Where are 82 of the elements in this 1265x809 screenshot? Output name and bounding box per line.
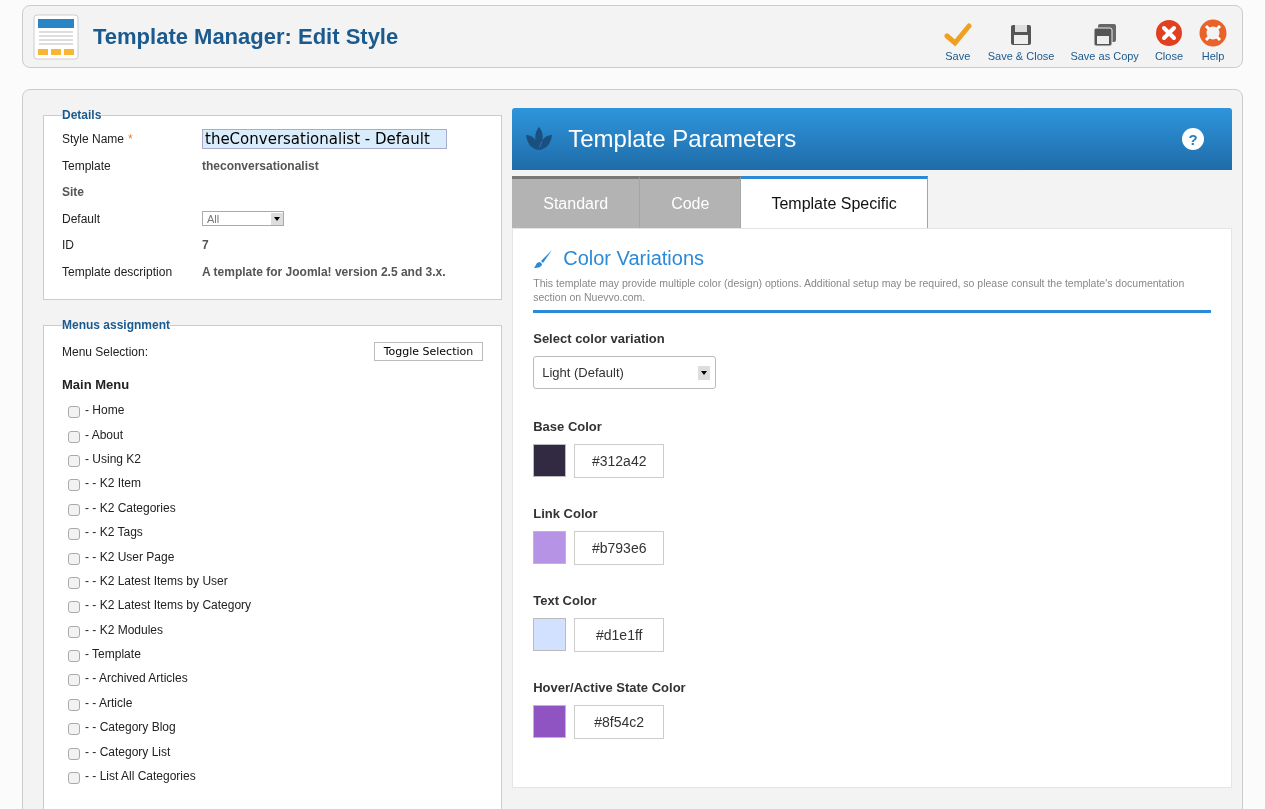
field-label: Link Color [533,506,599,522]
color-variation-select[interactable]: Light (Default) [533,356,717,390]
field-value: A template for Joomla! version 2.5 and 3.x. [202,264,446,279]
field-label: Base Color [533,419,603,435]
field-value: 7 [202,238,209,253]
menu-item-label: - - Category Blog [85,720,176,735]
checkbox[interactable] [68,650,80,663]
floppy-disks-icon [1091,22,1118,47]
field-label: Template description [62,264,174,279]
menu-item-label: - - K2 Modules [85,622,164,637]
menu-item-label: - - K2 Item [85,476,141,491]
toggle-selection-button[interactable]: Toggle Selection [373,342,484,361]
tab[interactable]: Template Specific [741,176,928,228]
checkbox[interactable] [68,698,80,711]
checkbox[interactable] [68,430,80,443]
menu-item-label: - - Article [85,695,133,710]
close-icon [1154,18,1183,47]
menu-item-label: - Template [85,647,141,662]
color-swatch[interactable] [533,444,567,478]
checkbox[interactable] [68,406,80,419]
checkbox[interactable] [68,747,80,760]
field-label: Menu Selection: [62,344,149,359]
menu-item-label: - Using K2 [85,451,142,466]
menu-item-label: - About [85,427,124,442]
caret-icon [698,365,711,380]
field-label: Default [62,211,102,226]
menu-item-label: - Home [85,403,125,418]
color-swatch[interactable] [533,531,567,565]
color-input[interactable]: #b793e6 [574,531,665,566]
checkbox[interactable] [68,479,80,492]
color-swatch[interactable] [533,705,567,739]
color-input[interactable]: #d1e1ff [574,618,665,653]
toolbar-button[interactable]: Save as Copy [1065,11,1144,62]
menu-item-label: - - K2 Latest Items by Category [85,598,252,613]
color-swatch[interactable] [533,618,567,652]
menu-item-label: - - List All Categories [85,769,196,784]
page-title: Template Manager: Edit Style [93,23,400,50]
toolbar-button[interactable]: Close [1149,11,1188,62]
field-label: Text Color [533,593,598,609]
field-label: Select color variation [533,331,666,347]
caret-icon [271,212,283,225]
check-icon [943,22,972,47]
menu-item-label: - - Category List [85,744,171,759]
color-input[interactable]: #8f54c2 [574,705,665,740]
fieldset-legend: Details [62,108,102,122]
checkbox[interactable] [68,772,80,785]
color-input[interactable]: #312a42 [574,444,665,479]
menu-item-label: - - Archived Articles [85,671,188,686]
field-label: ID [62,238,75,253]
field-label: Style Name [62,132,125,147]
help-icon[interactable]: ? [1182,128,1204,150]
toolbar-button[interactable]: Save [938,11,977,62]
section-title: Color Variations [563,247,705,270]
checkbox[interactable] [68,601,80,614]
menu-item-label: - - K2 Latest Items by User [85,573,228,588]
section-description: This template may provide multiple color (design) options. Additional setup may be required, so please consult the template's documentation section on Nuevvo.com. [533,276,1186,305]
fieldset-legend: Menus assignment [62,318,171,332]
checkbox[interactable] [68,552,80,565]
default-select[interactable]: All [202,211,284,227]
toolbar-button[interactable]: Save & Close [982,11,1060,62]
field-label: Template [62,158,112,173]
checkbox[interactable] [68,528,80,541]
template-icon [33,13,79,60]
panel-title: Template Parameters [568,125,798,153]
lifebuoy-icon [1199,18,1227,47]
checkbox[interactable] [68,674,80,687]
style-name-input[interactable]: theConversationalist - Default [202,129,447,150]
leaf-icon [524,125,555,153]
menu-item-label: - - K2 Tags [85,525,143,540]
checkbox[interactable] [68,503,80,516]
checkbox[interactable] [68,454,80,467]
menu-item-label: - - K2 User Page [85,549,175,564]
required-mark: * [128,132,133,147]
field-value: theconversationalist [202,158,319,173]
checkbox[interactable] [68,576,80,589]
toolbar-button[interactable]: Help [1194,11,1232,62]
checkbox[interactable] [68,625,80,638]
checkbox[interactable] [68,723,80,736]
section-label: Site [62,185,84,200]
menu-item-label: - - K2 Categories [85,500,176,515]
field-label: Hover/Active State Color [533,680,687,696]
menu-title: Main Menu [62,377,131,392]
